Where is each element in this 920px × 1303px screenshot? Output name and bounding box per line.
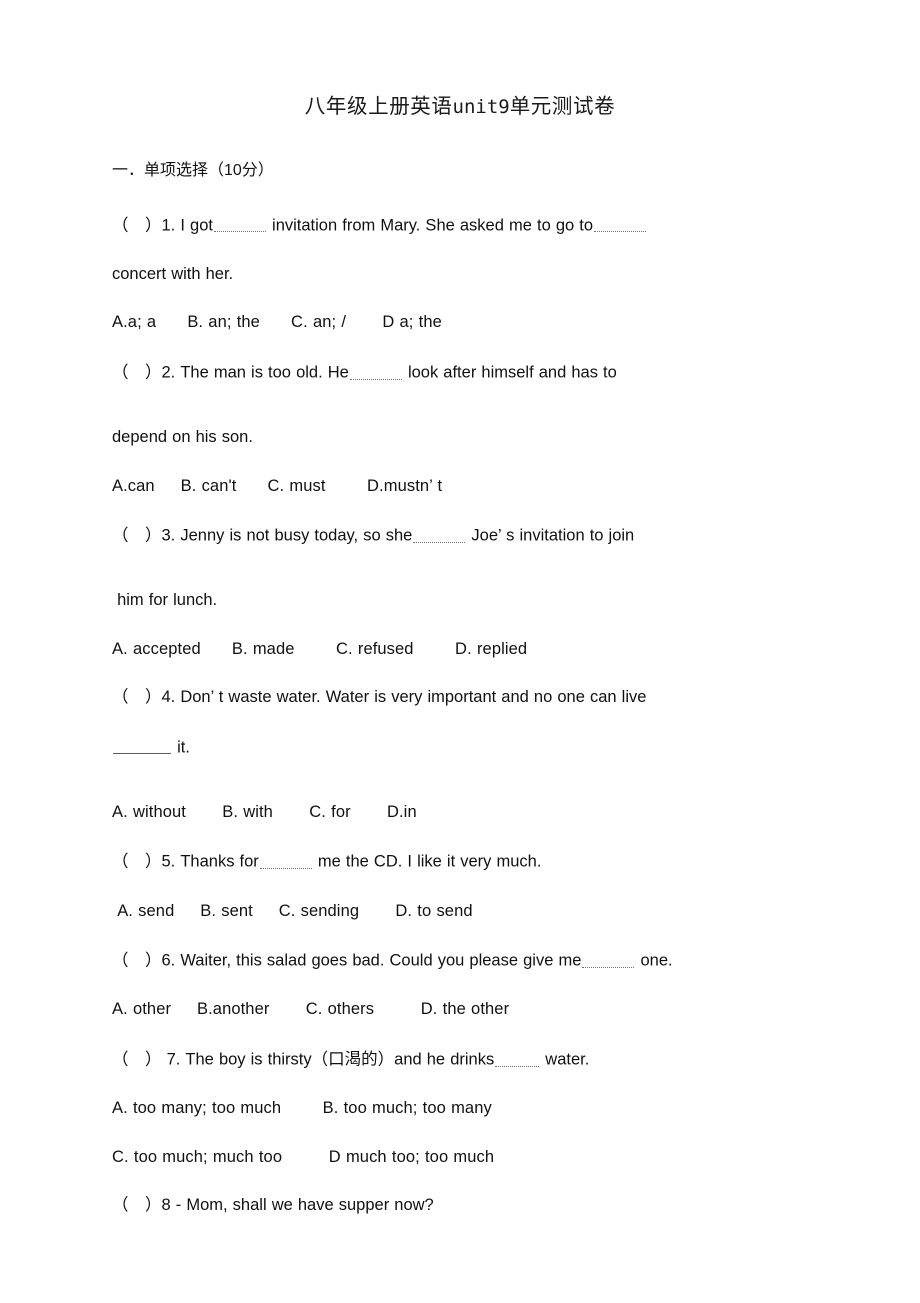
question-2-stem: （ ）2. The man is too old. He look after … [112, 331, 808, 381]
question-1-stem-wrap: concert with her. [112, 264, 234, 283]
question-3-stem-wrap: him for lunch. [112, 591, 218, 610]
question-6-stem-part-1: （ ）6. Waiter, this salad goes bad. Could… [112, 951, 582, 970]
question-1-stem: （ ）1. I got invitation from Mary. She as… [112, 179, 808, 234]
question-3-stem-part-2: Joe’ s invitation to join [466, 526, 635, 545]
question-2-stem-part-2: look after himself and has to [402, 363, 617, 382]
question-3-stem: （ ）3. Jenny is not busy today, so she Jo… [112, 494, 808, 545]
question-7-stem-part-2: water. [540, 1050, 590, 1069]
question-2-options: A.can B. can't C. must D.mustn’ t [112, 476, 443, 495]
document-page: 八年级上册英语unit9单元测试卷 一．单项选择（10分） （ ）1. I go… [0, 0, 920, 1303]
page-title-cjk-prefix: 八年级上册英语 [304, 94, 453, 118]
question-7-options-line-1: A. too many; too much B. too much; too m… [112, 1099, 492, 1117]
question-6-stem-part-2: one. [635, 951, 673, 970]
section-heading-multiple-choice: 一．单项选择（10分） [112, 161, 274, 179]
question-3-options: A. accepted B. made C. refused D. replie… [112, 639, 528, 658]
question-7-stem-part-1: （ ） 7. The boy is thirsty（口渴的）and he dri… [112, 1050, 495, 1069]
question-7-options-line-2: C. too much; much too D much too; too mu… [112, 1147, 495, 1166]
question-1-blank-2[interactable] [594, 216, 647, 233]
question-7-stem: （ ） 7. The boy is thirsty（口渴的）and he dri… [112, 1018, 808, 1068]
question-1-blank-1[interactable] [213, 216, 266, 233]
question-5-stem-part-2: me the CD. I like it very much. [312, 853, 542, 872]
question-6-options: A. other B.another C. others D. the othe… [112, 1000, 510, 1019]
question-4-options: A. without B. with C. for D.in [112, 802, 417, 821]
question-2-stem-part-1: （ ）2. The man is too old. He [112, 363, 349, 382]
question-5-stem-part-1: （ ）5. Thanks for [112, 853, 259, 872]
question-4-blank-1[interactable] [113, 738, 171, 755]
question-1-stem-part-1: （ ）1. I got [112, 216, 213, 235]
question-6-stem: （ ）6. Waiter, this salad goes bad. Could… [112, 919, 808, 970]
question-3-stem-part-1: （ ）3. Jenny is not busy today, so she [112, 526, 413, 545]
question-6-blank-1[interactable] [582, 951, 635, 968]
question-4-stem-wrap: it. [112, 706, 808, 756]
page-title-cjk-suffix: 单元测试卷 [509, 94, 616, 118]
question-2-blank-1[interactable] [349, 363, 402, 380]
page-title: 八年级上册英语unit9单元测试卷 [112, 0, 808, 119]
question-5-options: A. send B. sent C. sending D. to send [112, 901, 473, 920]
question-1-options: A.a; a B. an; the C. an; / D a; the [112, 313, 442, 332]
question-2-stem-wrap: depend on his son. [112, 428, 253, 447]
question-3-blank-1[interactable] [413, 526, 466, 543]
question-8-stem: （ ）8 - Mom, shall we have supper now? [112, 1196, 434, 1214]
page-title-latin: unit9 [452, 96, 510, 118]
question-1-stem-part-2: invitation from Mary. She asked me to go… [266, 216, 594, 235]
question-5-stem: （ ）5. Thanks for me the CD. I like it ve… [112, 820, 808, 872]
question-5-blank-1[interactable] [259, 852, 312, 870]
question-4-stem: （ ）4. Don’ t waste water. Water is very … [112, 688, 647, 707]
question-4-stem-wrap-suffix: it. [172, 738, 190, 757]
question-7-blank-1[interactable] [495, 1050, 540, 1067]
